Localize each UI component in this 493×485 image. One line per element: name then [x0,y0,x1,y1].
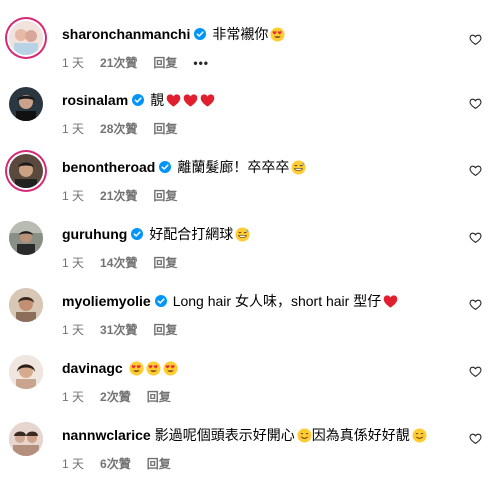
reply-button[interactable]: 回复 [153,188,177,204]
likes-count[interactable]: 2次贊 [100,389,131,405]
like-heart-icon[interactable] [469,365,482,378]
comment-item: benontheroad 離蘭髮廊！卒卒卒 1 天 21次贊 回复 [0,154,493,221]
username[interactable]: sharonchanmanchi [62,25,190,43]
comment-item: nannwclarice 影過呢個頭表示好開心 因為真係好好靚 1 天 6次贊 … [0,422,493,485]
verified-badge-icon [132,94,145,106]
comment-line: nannwclarice 影過呢個頭表示好開心 因為真係好好靚 [62,426,427,444]
avatar[interactable] [9,221,43,255]
username[interactable]: guruhung [62,225,127,243]
reply-button[interactable]: 回复 [153,121,177,137]
username[interactable]: myoliemyolie [62,292,151,310]
avatar[interactable] [9,154,43,188]
red-heart-emoji-icon [200,93,215,108]
likes-count[interactable]: 14次贊 [100,255,137,271]
username[interactable]: benontheroad [62,158,155,176]
reply-button[interactable]: 回复 [153,255,177,271]
comment-meta: 1 天 14次贊 回复 [62,255,177,271]
reply-button[interactable]: 回复 [153,55,177,71]
avatar[interactable] [9,422,43,456]
comment-meta: 1 天 28次贊 回复 [62,121,177,137]
like-heart-icon[interactable] [469,231,482,244]
comment-line: guruhung 好配合打網球 [62,225,250,243]
comment-line: davinagc [62,359,178,377]
avatar[interactable] [9,87,43,121]
comment-line: myoliemyolie Long hair 女人味，short hair 型仔 [62,292,398,310]
comment-line: rosinalam 靚 [62,91,215,109]
likes-count[interactable]: 6次贊 [100,456,131,472]
comment-text: 非常襯你 [212,26,269,42]
comment-text: Long hair 女人味，short hair 型仔 [172,293,382,309]
heart-eyes-emoji-icon [163,360,178,376]
timestamp: 1 天 [62,122,85,136]
like-heart-icon[interactable] [469,432,482,445]
comment-meta: 1 天 31次贊 回复 [62,322,177,338]
smile-emoji-icon [297,427,312,443]
comment-text: 好配合打網球 [149,226,234,242]
comment-text: 靚 [150,92,165,108]
like-heart-icon[interactable] [469,97,482,110]
username[interactable]: rosinalam [62,91,128,109]
timestamp: 1 天 [62,390,85,404]
verified-badge-icon [159,161,172,173]
username[interactable]: davinagc [62,359,123,377]
verified-badge-icon [154,295,167,307]
comment-meta: 1 天 21次贊 回复 ••• [62,55,209,71]
comment-item: rosinalam 靚 1 天 28次贊 回复 [0,87,493,154]
verified-badge-icon [194,28,207,40]
like-heart-icon[interactable] [469,164,482,177]
comment-item: guruhung 好配合打網球 1 天 14次贊 回复 [0,221,493,288]
red-heart-emoji-icon [166,93,181,108]
like-heart-icon[interactable] [469,298,482,311]
likes-count[interactable]: 28次贊 [100,121,137,137]
comment-text: 離蘭髮廊！卒卒卒 [177,159,290,175]
comment-line: sharonchanmanchi 非常襯你 [62,25,285,43]
comment-text-continued: 因為真係好好靚 [311,427,410,443]
reply-button[interactable]: 回复 [147,389,171,405]
comment-meta: 1 天 21次贊 回复 [62,188,177,204]
avatar[interactable] [9,21,43,55]
grin-sweat-emoji-icon [235,226,250,242]
avatar[interactable] [9,288,43,322]
comment-item: sharonchanmanchi 非常襯你 1 天 21次贊 回复 ••• [0,21,493,88]
username[interactable]: nannwclarice [62,426,151,444]
more-options-button[interactable]: ••• [193,55,209,71]
heart-eyes-emoji-icon [146,360,161,376]
timestamp: 1 天 [62,189,85,203]
smile-emoji-icon [412,427,427,443]
grin-sweat-emoji-icon [291,159,306,175]
red-heart-emoji-icon [183,93,198,108]
comment-meta: 1 天 6次贊 回复 [62,456,171,472]
heart-eyes-emoji-icon [270,26,285,42]
timestamp: 1 天 [62,323,85,337]
likes-count[interactable]: 21次贊 [100,55,137,71]
verified-badge-icon [131,228,144,240]
timestamp: 1 天 [62,256,85,270]
red-heart-emoji-icon [383,294,398,309]
timestamp: 1 天 [62,457,85,471]
reply-button[interactable]: 回复 [147,456,171,472]
comment-item: myoliemyolie Long hair 女人味，short hair 型仔… [0,288,493,355]
comment-meta: 1 天 2次贊 回复 [62,389,171,405]
heart-eyes-emoji-icon [129,360,144,376]
avatar[interactable] [9,355,43,389]
like-heart-icon[interactable] [469,33,482,46]
comment-text: 影過呢個頭表示好開心 [154,427,295,443]
comment-item: davinagc 1 天 2次贊 回复 [0,355,493,422]
timestamp: 1 天 [62,56,85,70]
comment-line: benontheroad 離蘭髮廊！卒卒卒 [62,158,306,176]
reply-button[interactable]: 回复 [153,322,177,338]
likes-count[interactable]: 31次贊 [100,322,137,338]
likes-count[interactable]: 21次贊 [100,188,137,204]
